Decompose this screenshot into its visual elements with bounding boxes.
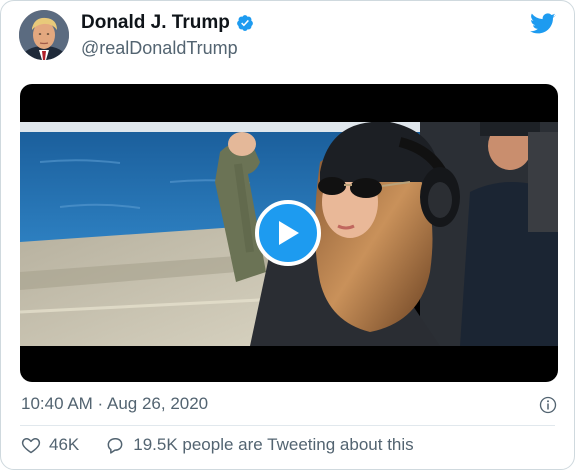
display-name[interactable]: Donald J. Trump: [81, 12, 254, 34]
conversation-link[interactable]: 19.5K people are Tweeting about this: [105, 435, 414, 455]
video-player[interactable]: [20, 84, 558, 382]
play-icon: [279, 221, 299, 245]
avatar-image: [19, 10, 69, 60]
info-icon[interactable]: [539, 396, 557, 414]
heart-icon: [21, 435, 41, 455]
user-handle[interactable]: @realDonaldTrump: [81, 38, 238, 59]
divider: [20, 425, 555, 426]
speech-bubble-icon: [105, 435, 125, 455]
tweet-card: Donald J. Trump @realDonaldTrump 10:40 A…: [0, 0, 575, 470]
conversation-text: 19.5K people are Tweeting about this: [133, 435, 414, 454]
twitter-bird-icon[interactable]: [530, 13, 556, 35]
display-name-text[interactable]: Donald J. Trump: [81, 12, 230, 34]
tweet-actions: 46K 19.5K people are Tweeting about this: [21, 435, 414, 455]
tweet-timestamp[interactable]: 10:40 AM · Aug 26, 2020: [21, 394, 208, 414]
like-count: 46K: [49, 435, 80, 454]
verified-icon: [236, 14, 254, 32]
play-button[interactable]: [255, 200, 321, 266]
like-button[interactable]: 46K: [21, 435, 79, 455]
avatar[interactable]: [19, 10, 69, 60]
